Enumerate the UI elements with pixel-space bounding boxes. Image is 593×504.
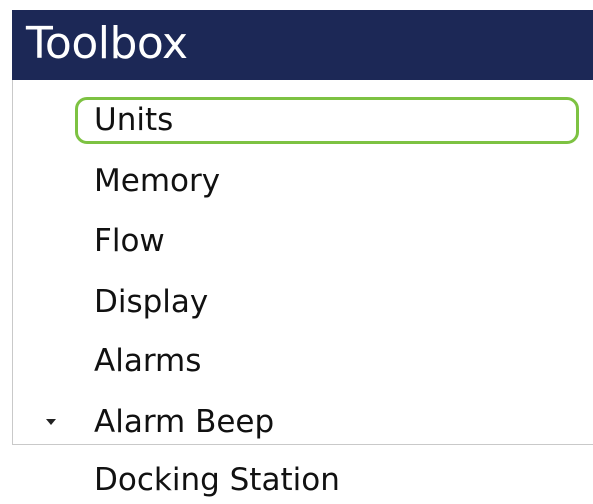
toolbox-item-label: Display (94, 284, 209, 320)
toolbox-item-flow[interactable]: Flow (94, 216, 165, 266)
toolbox-item-label: Alarm Beep (94, 404, 275, 440)
toolbox-item-units[interactable]: Units (94, 95, 173, 145)
toolbox-item-label: Memory (94, 163, 221, 199)
toolbox-item-docking-station[interactable]: Docking Station (94, 455, 340, 504)
page-title: Toolbox (26, 18, 188, 69)
toolbox-item-label: Flow (94, 223, 165, 259)
toolbox-item-display[interactable]: Display (94, 277, 208, 327)
toolbox-header: Toolbox (12, 10, 593, 80)
toolbox-item-memory[interactable]: Memory (94, 156, 220, 206)
toolbox-item-label: Units (94, 102, 174, 138)
toolbox-item-alarms[interactable]: Alarms (94, 336, 201, 386)
toolbox-item-alarm-beep[interactable]: Alarm Beep (94, 397, 274, 447)
toolbox-item-label: Alarms (94, 343, 202, 379)
toolbox-window: Toolbox Units Memory Flow Display Alarms… (0, 0, 593, 504)
toolbox-item-label: Docking Station (94, 462, 340, 498)
caret-down-icon[interactable] (46, 419, 56, 425)
